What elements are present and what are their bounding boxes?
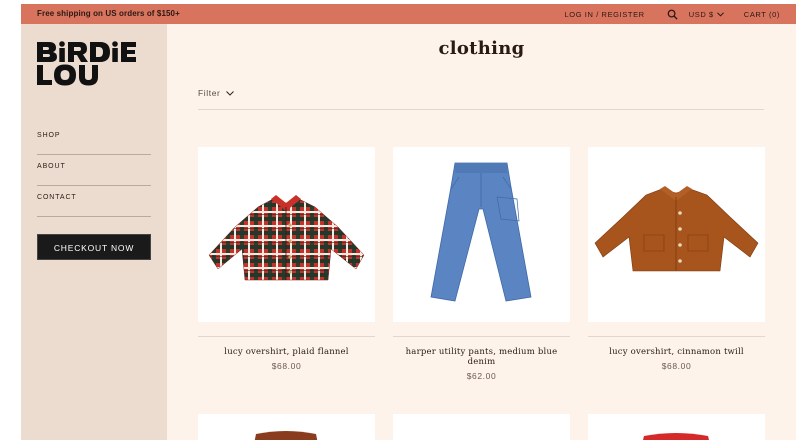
product-price: $62.00 xyxy=(466,371,497,381)
divider xyxy=(198,336,375,337)
sidebar-item-label: SHOP xyxy=(37,132,61,139)
product-price: $68.00 xyxy=(271,361,302,371)
product-image-denim-pants[interactable] xyxy=(393,147,570,322)
logo-image xyxy=(37,41,136,86)
sidebar-item-contact[interactable]: CONTACT xyxy=(37,186,151,217)
currency-label: USD $ xyxy=(688,9,714,19)
collection-page: clothing Filter lucy overshirt, plaid fl… xyxy=(167,24,796,440)
utility-nav: LOG IN / REGISTER USD $ CART (0) xyxy=(564,4,780,24)
product-image-partial[interactable] xyxy=(198,414,375,440)
divider xyxy=(588,336,765,337)
sidebar-item-label: CONTACT xyxy=(37,194,77,201)
chevron-down-icon xyxy=(716,11,724,16)
divider xyxy=(393,336,570,337)
product-name[interactable]: harper utility pants, medium blue denim xyxy=(393,347,570,367)
checkout-now-button[interactable]: CHECKOUT NOW xyxy=(37,234,151,260)
product-card[interactable]: harper utility pants, medium blue denim … xyxy=(393,147,570,381)
product-name[interactable]: lucy overshirt, plaid flannel xyxy=(198,347,375,357)
currency-selector[interactable]: USD $ xyxy=(689,10,724,19)
product-image-partial[interactable] xyxy=(393,414,570,440)
chevron-down-icon xyxy=(225,90,234,96)
free-shipping-message: Free shipping on US orders of $150+ xyxy=(37,9,180,18)
sidebar-nav: SHOP ABOUT CONTACT xyxy=(37,124,151,217)
product-price: $68.00 xyxy=(661,361,692,371)
search-icon[interactable] xyxy=(667,8,679,20)
announcement-bar: Free shipping on US orders of $150+ LOG … xyxy=(21,4,796,24)
login-register-link[interactable]: LOG IN / REGISTER xyxy=(564,10,644,19)
divider xyxy=(198,109,764,110)
product-image-partial[interactable] xyxy=(588,414,765,440)
sidebar-item-about[interactable]: ABOUT xyxy=(37,155,151,186)
product-image-plaid-shirt[interactable] xyxy=(198,147,375,322)
sidebar-item-label: ABOUT xyxy=(37,163,66,170)
product-card[interactable]: lucy overshirt, plaid flannel $68.00 xyxy=(198,147,375,371)
product-name[interactable]: lucy overshirt, cinnamon twill xyxy=(588,347,765,357)
product-image-cinnamon-shirt[interactable] xyxy=(588,147,765,322)
cart-link[interactable]: CART (0) xyxy=(744,10,780,19)
product-card[interactable]: lucy overshirt, cinnamon twill $68.00 xyxy=(588,147,765,371)
sidebar-item-shop[interactable]: SHOP xyxy=(37,124,151,155)
page-title: clothing xyxy=(438,38,525,59)
filter-label: Filter xyxy=(198,88,221,98)
sidebar: SHOP ABOUT CONTACT CHECKOUT NOW xyxy=(21,24,167,440)
filter-toggle[interactable]: Filter xyxy=(198,88,234,98)
brand-logo[interactable] xyxy=(37,40,152,86)
